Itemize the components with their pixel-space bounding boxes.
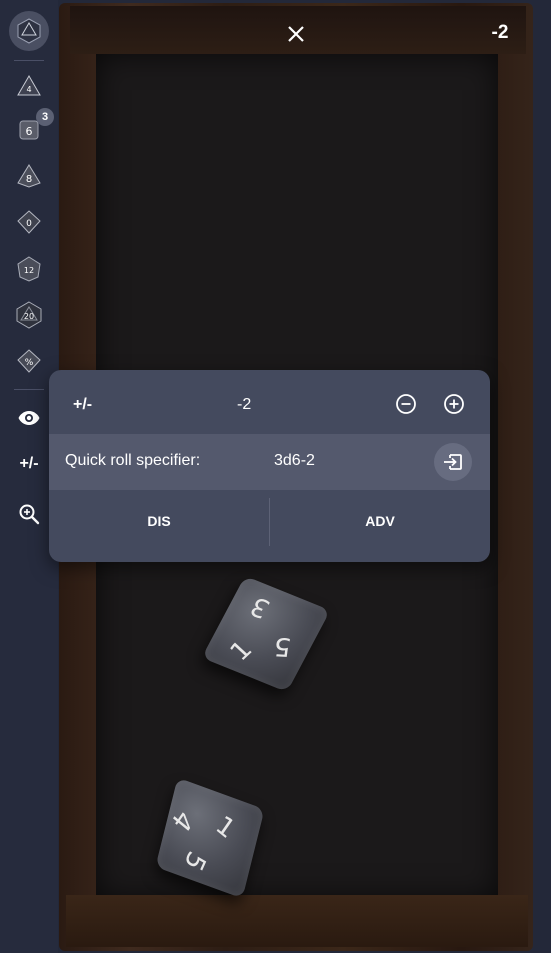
dice-tray-front-wall	[66, 895, 528, 947]
close-icon	[288, 26, 304, 42]
die-face-value: 3	[245, 590, 276, 624]
d8-icon: 8	[17, 164, 41, 188]
modifier-toggle-label: +/-	[19, 455, 39, 472]
eye-icon	[18, 411, 40, 425]
plus-circle-icon	[444, 394, 464, 414]
quick-roll-label: Quick roll specifier:	[65, 452, 201, 469]
sidebar-die-d10[interactable]: 0	[0, 202, 58, 242]
d6-count-badge: 3	[36, 108, 54, 126]
die-face-value: 1	[210, 810, 241, 845]
sidebar-die-d4[interactable]: 4	[0, 66, 58, 106]
d10-icon: 0	[17, 210, 41, 234]
sidebar-die-d20[interactable]: 20	[0, 295, 58, 335]
die-face-value: 5	[271, 631, 293, 661]
advantage-row: DIS ADV	[49, 492, 490, 558]
increment-button[interactable]	[442, 392, 466, 416]
d20-icon: 20	[16, 301, 42, 329]
d100-icon: %	[17, 349, 41, 373]
die-face-value: 4	[165, 803, 199, 837]
sidebar-divider	[14, 60, 44, 61]
modifier-label: +/-	[73, 396, 93, 413]
modifier-panel: +/- -2 Quick roll specifier: 3d6-2 DIS A…	[49, 370, 490, 562]
minus-circle-icon	[396, 394, 416, 414]
roll-total: -2	[491, 22, 509, 43]
d20-logo-button[interactable]	[9, 11, 49, 51]
svg-text:0: 0	[26, 219, 32, 229]
advantage-button[interactable]: ADV	[270, 492, 490, 550]
zoom-icon	[19, 504, 40, 525]
die-face-value: 5	[177, 845, 211, 876]
d20-logo-icon	[17, 18, 41, 44]
quick-roll-input[interactable]: 3d6-2	[274, 452, 315, 470]
d4-icon: 4	[17, 75, 41, 96]
close-button[interactable]	[280, 18, 312, 50]
quick-roll-row: Quick roll specifier: 3d6-2	[49, 434, 490, 490]
decrement-button[interactable]	[394, 392, 418, 416]
svg-text:8: 8	[26, 174, 32, 185]
d12-icon: 12	[17, 256, 41, 282]
modifier-row: +/- -2	[49, 370, 490, 434]
input-icon	[444, 454, 462, 470]
sidebar-die-d12[interactable]: 12	[0, 249, 58, 289]
disadvantage-button[interactable]: DIS	[49, 492, 269, 550]
sidebar-divider	[14, 389, 44, 390]
sidebar-die-d8[interactable]: 8	[0, 156, 58, 196]
quick-roll-submit-button[interactable]	[434, 443, 472, 481]
svg-text:%: %	[25, 358, 34, 368]
svg-text:4: 4	[26, 85, 31, 94]
svg-text:6: 6	[26, 125, 33, 138]
die-face-value: 1	[224, 635, 259, 667]
modifier-value: -2	[237, 396, 252, 413]
svg-text:12: 12	[24, 266, 34, 275]
svg-text:20: 20	[24, 312, 34, 321]
